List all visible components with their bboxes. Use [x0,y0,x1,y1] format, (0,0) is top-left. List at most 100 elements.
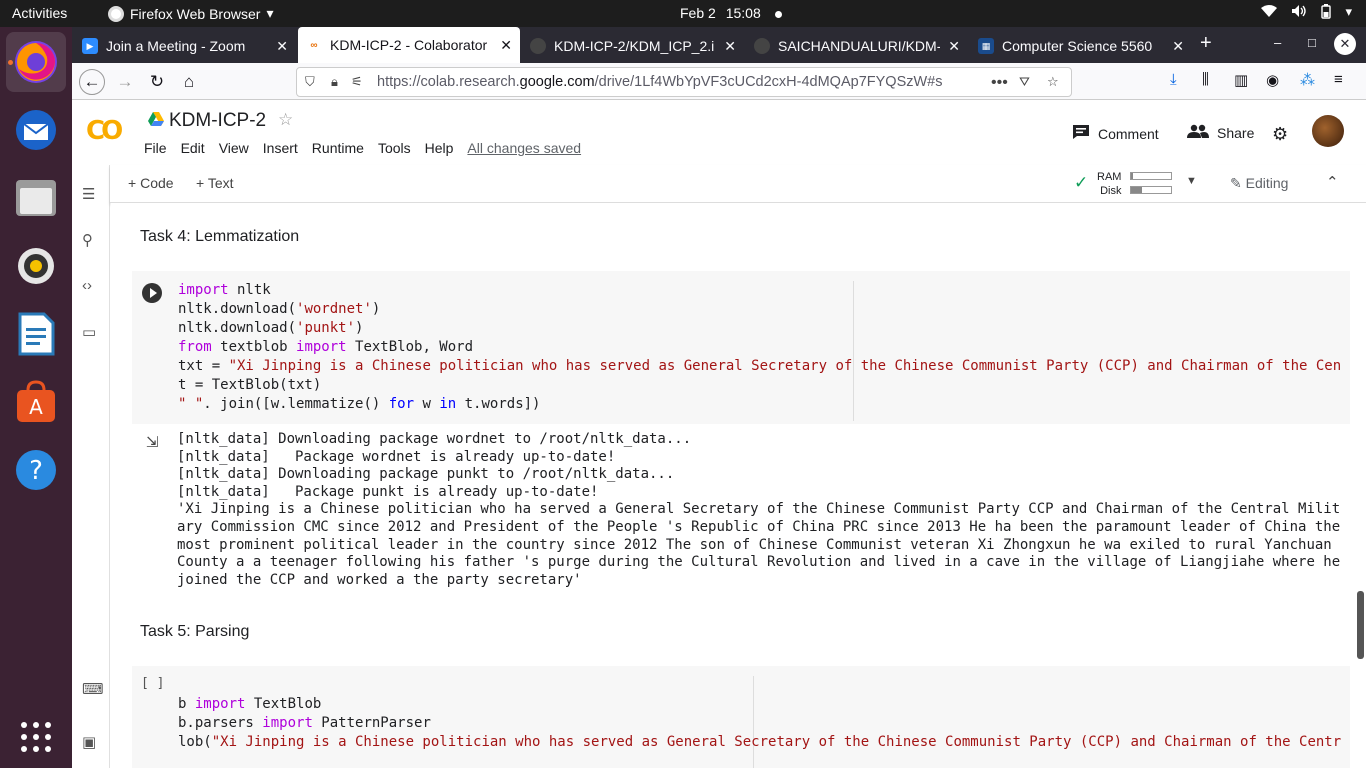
sidebar-icon[interactable]: ▥ [1234,71,1248,89]
terminal-icon[interactable]: ▣ [82,733,96,751]
tab-title: Computer Science 5560 [1002,38,1153,54]
clock-time: 15:08 [725,5,761,21]
dock-software[interactable]: A [6,372,66,432]
minimize-icon[interactable]: – [1274,35,1281,50]
dock-show-apps[interactable] [6,707,66,767]
add-text-cell-button[interactable]: + Text [196,175,234,191]
account-icon[interactable]: ◉ [1266,71,1279,89]
back-arrow-icon[interactable]: ← [79,69,105,95]
writer-icon [18,312,55,356]
dock-help[interactable]: ? [6,440,66,500]
scrollbar-thumb[interactable] [1357,591,1364,659]
run-cell-play-icon[interactable] [142,283,162,303]
tab-canvas[interactable]: ▦ Computer Science 5560 ✕ [970,31,1192,61]
page-actions-icon[interactable]: ••• [991,74,1008,92]
task4-heading: Task 4: Lemmatization [140,228,300,245]
menu-runtime[interactable]: Runtime [312,140,364,156]
table-of-contents-icon[interactable]: ☰ [82,185,95,203]
activities-button[interactable]: Activities [12,5,67,21]
pocket-icon[interactable]: ⛛ [1019,74,1030,90]
tab-colab[interactable]: ∞ KDM-ICP-2 - Colaborator ✕ [298,27,520,63]
permissions-icon: ⚟ [351,74,363,89]
firefox-mini-icon [108,5,124,22]
hamburger-menu-icon[interactable]: ≡ [1334,71,1343,88]
dock-firefox[interactable] [6,32,66,92]
collapse-header-icon[interactable]: ⌃ [1326,173,1339,191]
cell-output: [nltk_data] Downloading package wordnet … [177,431,1341,588]
share-button[interactable]: Share [1187,124,1254,141]
extensions-icon[interactable]: ⁂ [1300,71,1315,89]
close-icon[interactable]: ✕ [1172,38,1184,55]
gear-icon[interactable]: ⚙ [1272,124,1288,145]
close-icon[interactable]: ✕ [948,38,960,55]
code-snippets-icon[interactable]: ‹› [82,277,92,294]
notebook-scrollbar[interactable] [1356,203,1366,768]
dock-rhythmbox[interactable] [6,236,66,296]
lock-icon: 🔒︎ [331,74,338,89]
app-menu[interactable]: Firefox Web Browser ▾ [108,5,273,22]
reload-icon[interactable]: ↻ [144,69,170,95]
files-folder-icon[interactable]: ▭ [82,323,96,341]
ram-usage-bar [1130,172,1172,180]
tab-github-notebook[interactable]: KDM-ICP-2/KDM_ICP_2.i ✕ [522,31,744,61]
menu-help[interactable]: Help [425,140,454,156]
notebook-body: Task 4: Lemmatization import nltk nltk.d… [111,203,1356,768]
github-icon [754,38,770,54]
notebook-title[interactable]: KDM-ICP-2 [169,110,266,132]
bookmark-star-icon[interactable]: ☆ [1047,74,1059,90]
comment-label: Comment [1098,125,1159,142]
thunderbird-icon [16,110,56,150]
forward-arrow-icon[interactable]: → [112,69,138,95]
star-icon[interactable]: ☆ [278,110,293,130]
tab-zoom[interactable]: ▶ Join a Meeting - Zoom ✕ [74,31,296,61]
colab-logo[interactable]: CO [86,116,123,146]
menu-insert[interactable]: Insert [263,140,298,156]
dock-thunderbird[interactable] [6,100,66,160]
code-editor[interactable]: import nltk nltk.download('wordnet') nlt… [178,281,1344,414]
search-icon[interactable]: ⚲ [82,231,93,249]
editing-mode-button[interactable]: ✎ Editing [1230,175,1288,192]
plus-icon: + [196,175,208,191]
avatar[interactable] [1312,115,1344,147]
downloads-icon[interactable]: ⤓ [1170,71,1177,88]
menu-view[interactable]: View [219,140,249,156]
save-status-link[interactable]: All changes saved [467,140,581,156]
task5-heading: Task 5: Parsing [140,623,250,640]
window-close-icon[interactable]: ✕ [1334,33,1356,55]
close-icon[interactable]: ✕ [276,38,288,55]
code-editor[interactable]: b import TextBlob b.parsers import Patte… [178,695,1344,752]
command-palette-icon[interactable]: ⌨ [82,680,104,698]
add-code-cell-button[interactable]: + Code [128,175,174,191]
resource-monitor[interactable]: RAM Disk [1097,170,1121,198]
running-indicator-icon [8,60,13,65]
dock-libreoffice-writer[interactable] [6,304,66,364]
menu-file[interactable]: File [144,140,167,156]
add-text-label: Text [207,175,234,191]
ram-label: RAM [1097,171,1122,183]
system-tray[interactable]: ▾ [1261,4,1352,22]
url-path: /drive/1Lf4WbYpVF3cUCd2cxH-4dMQAp7FYQSzW… [594,74,943,90]
home-icon[interactable]: ⌂ [176,69,202,95]
help-icon: ? [16,450,56,490]
tab-github-repo[interactable]: SAICHANDUALURI/KDM- ✕ [746,31,968,61]
menu-edit[interactable]: Edit [181,140,205,156]
maximize-icon[interactable]: □ [1308,35,1316,50]
code-cell-parsing[interactable]: [ ] b import TextBlob b.parsers import P… [132,666,1350,768]
dock-files[interactable] [6,168,66,228]
app-menu-label: Firefox Web Browser [130,5,261,22]
tab-title: Join a Meeting - Zoom [106,38,246,54]
comment-button[interactable]: Comment [1072,124,1159,143]
output-actions-icon[interactable]: ⇲ [146,433,159,451]
url-bar[interactable]: ⛉ 🔒︎ ⚟ https://colab.research.google.com… [296,67,1072,97]
library-icon[interactable]: ⫼ [1202,71,1209,88]
resources-dropdown-icon[interactable]: ▼ [1186,175,1197,187]
new-tab-plus-icon[interactable]: + [1200,32,1212,55]
code-cell-lemmatization[interactable]: import nltk nltk.download('wordnet') nlt… [132,271,1350,424]
close-icon[interactable]: ✕ [724,38,736,55]
clock[interactable]: Feb 2 15:08 [680,5,782,21]
clock-date: Feb 2 [680,5,716,21]
close-icon[interactable]: ✕ [500,37,512,54]
tab-title: KDM-ICP-2 - Colaborator [330,37,488,53]
menu-tools[interactable]: Tools [378,140,411,156]
plus-icon: + [128,175,141,191]
